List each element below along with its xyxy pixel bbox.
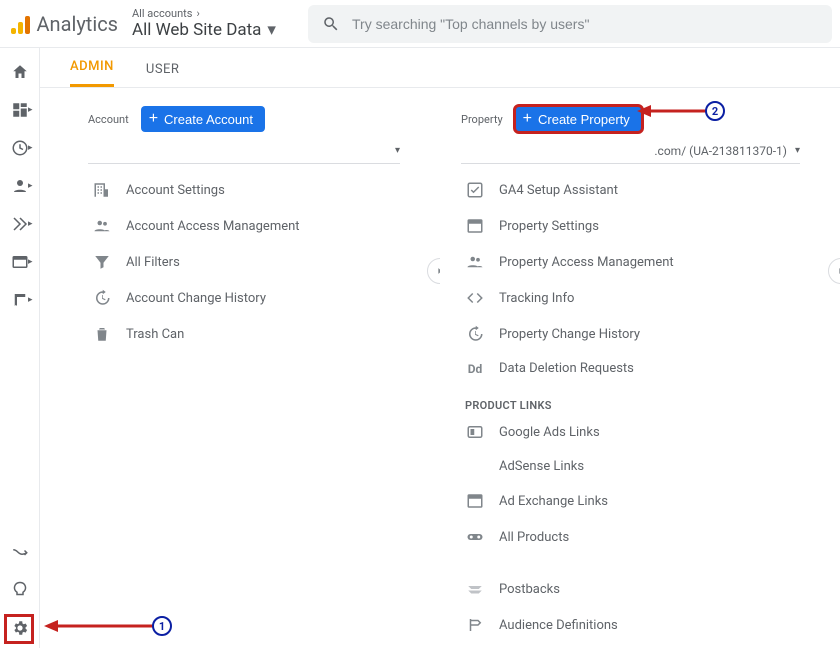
chevron-right-icon: ▸ xyxy=(28,219,33,229)
menu-item-label: Ad Exchange Links xyxy=(499,494,608,509)
property-column: Property + Create Property .com/ (UA-213… xyxy=(440,88,840,648)
nav-home[interactable] xyxy=(8,60,32,84)
nav-attribution[interactable] xyxy=(8,540,32,564)
caret-down-icon: ▾ xyxy=(395,145,400,156)
menu-item-label: Postbacks xyxy=(499,582,560,597)
admin-main: ADMIN USER Account + Create Account ▾ Ac… xyxy=(40,48,840,648)
menu-item[interactable]: Property Access Management xyxy=(441,244,840,280)
tab-user[interactable]: USER xyxy=(146,62,180,87)
create-account-label: Create Account xyxy=(164,112,253,127)
chevron-right-icon: ▸ xyxy=(28,143,33,153)
global-search[interactable] xyxy=(308,5,832,43)
caret-down-icon: ▾ xyxy=(267,20,276,40)
users-icon xyxy=(465,253,485,271)
property-selector-value: .com/ (UA-213811370-1) xyxy=(654,144,787,158)
menu-item[interactable]: Account Access Management xyxy=(40,208,440,244)
caret-down-icon: ▾ xyxy=(795,145,800,156)
menu-item-label: GA4 Setup Assistant xyxy=(499,183,618,198)
infinity-icon xyxy=(465,528,485,546)
menu-item[interactable]: Google Ads Links xyxy=(441,414,840,450)
menu-item-label: Property Settings xyxy=(499,219,599,234)
menu-item-label: AdSense Links xyxy=(499,459,584,474)
menu-item[interactable]: Ad Exchange Links xyxy=(441,483,840,519)
menu-item[interactable]: All Filters xyxy=(40,244,440,280)
breadcrumb-view-name: All Web Site Data xyxy=(132,20,261,40)
menu-item-label: Data Deletion Requests xyxy=(499,361,634,376)
history-icon xyxy=(465,325,485,343)
menu-item[interactable]: GA4 Setup Assistant xyxy=(441,172,840,208)
menu-item[interactable]: Audience Definitions xyxy=(441,607,840,643)
menu-item-label: Account Settings xyxy=(126,183,225,198)
dd-icon: Dd xyxy=(465,362,485,376)
property-column-label: Property xyxy=(461,113,503,126)
product-name: Analytics xyxy=(37,12,119,36)
global-search-input[interactable] xyxy=(352,16,818,32)
search-icon xyxy=(322,15,340,33)
menu-item[interactable]: Account Settings xyxy=(40,172,440,208)
top-header: Analytics All accounts › All Web Site Da… xyxy=(0,0,840,48)
create-property-button[interactable]: + Create Property xyxy=(515,106,642,132)
account-column-label: Account xyxy=(88,113,129,126)
chevron-right-icon: ▸ xyxy=(28,181,33,191)
account-breadcrumb[interactable]: All accounts › All Web Site Data ▾ xyxy=(132,7,292,40)
menu-item-label: Account Change History xyxy=(126,291,266,306)
left-nav-rail: ▸ ▸ ▸ ▸ ▸ ▸ xyxy=(0,48,40,648)
chevron-right-icon: ▸ xyxy=(28,295,33,305)
menu-item-label: Trash Can xyxy=(126,327,184,342)
nav-discover[interactable] xyxy=(8,578,32,602)
create-property-label: Create Property xyxy=(538,112,630,127)
menu-item[interactable]: Tracking Info xyxy=(441,280,840,316)
account-menu: Account Settings Account Access Managemen… xyxy=(40,172,440,352)
menu-item-label: Tracking Info xyxy=(499,291,574,306)
menu-item[interactable]: DdCustom Definitions xyxy=(441,643,840,648)
funnel-icon xyxy=(92,253,112,271)
analytics-logo-icon xyxy=(8,12,29,36)
property-menu: GA4 Setup Assistant Property Settings Prop… xyxy=(441,172,840,648)
aud-icon xyxy=(465,616,485,634)
menu-item-label: Google Ads Links xyxy=(499,425,600,440)
product-logo[interactable]: Analytics xyxy=(8,12,118,36)
account-column: Account + Create Account ▾ Account Setti… xyxy=(40,88,440,648)
menu-item[interactable]: Postbacks xyxy=(441,571,840,607)
property-selector[interactable]: .com/ (UA-213811370-1) ▾ xyxy=(461,138,800,164)
check-icon xyxy=(465,181,485,199)
chevron-right-icon: › xyxy=(196,7,199,20)
account-selector[interactable]: ▾ xyxy=(88,138,400,164)
annotation-gear-highlight xyxy=(4,614,34,644)
menu-item-label: Account Access Management xyxy=(126,219,300,234)
chevron-right-icon: ▸ xyxy=(28,105,33,115)
menu-item-label: Audience Definitions xyxy=(499,618,618,633)
menu-item-label: All Products xyxy=(499,530,569,545)
history-icon xyxy=(92,289,112,307)
menu-item-label: Property Access Management xyxy=(499,255,674,270)
adslogo-icon xyxy=(465,423,485,441)
create-account-button[interactable]: + Create Account xyxy=(141,106,265,132)
menu-item-label: Property Change History xyxy=(499,327,640,342)
menu-item[interactable]: AdSense Links xyxy=(441,450,840,483)
code-icon xyxy=(465,289,485,307)
breadcrumb-all-accounts: All accounts xyxy=(132,7,192,20)
section-title-product-links: PRODUCT LINKS xyxy=(441,385,840,414)
menu-item-label: All Filters xyxy=(126,255,180,270)
menu-item[interactable]: Dd Data Deletion Requests xyxy=(441,352,840,385)
menu-item[interactable]: Account Change History xyxy=(40,280,440,316)
panel-icon xyxy=(465,492,485,510)
chevron-right-icon: ▸ xyxy=(28,257,33,267)
users-icon xyxy=(92,217,112,235)
menu-item[interactable]: Property Change History xyxy=(441,316,840,352)
menu-item[interactable]: All Products xyxy=(441,519,840,555)
layers-icon xyxy=(465,580,485,598)
tab-admin[interactable]: ADMIN xyxy=(70,59,114,87)
menu-item[interactable]: Trash Can xyxy=(40,316,440,352)
panel-icon xyxy=(465,217,485,235)
admin-tabs: ADMIN USER xyxy=(40,48,840,88)
building-icon xyxy=(92,181,112,199)
menu-item[interactable]: Property Settings xyxy=(441,208,840,244)
trash-icon xyxy=(92,325,112,343)
